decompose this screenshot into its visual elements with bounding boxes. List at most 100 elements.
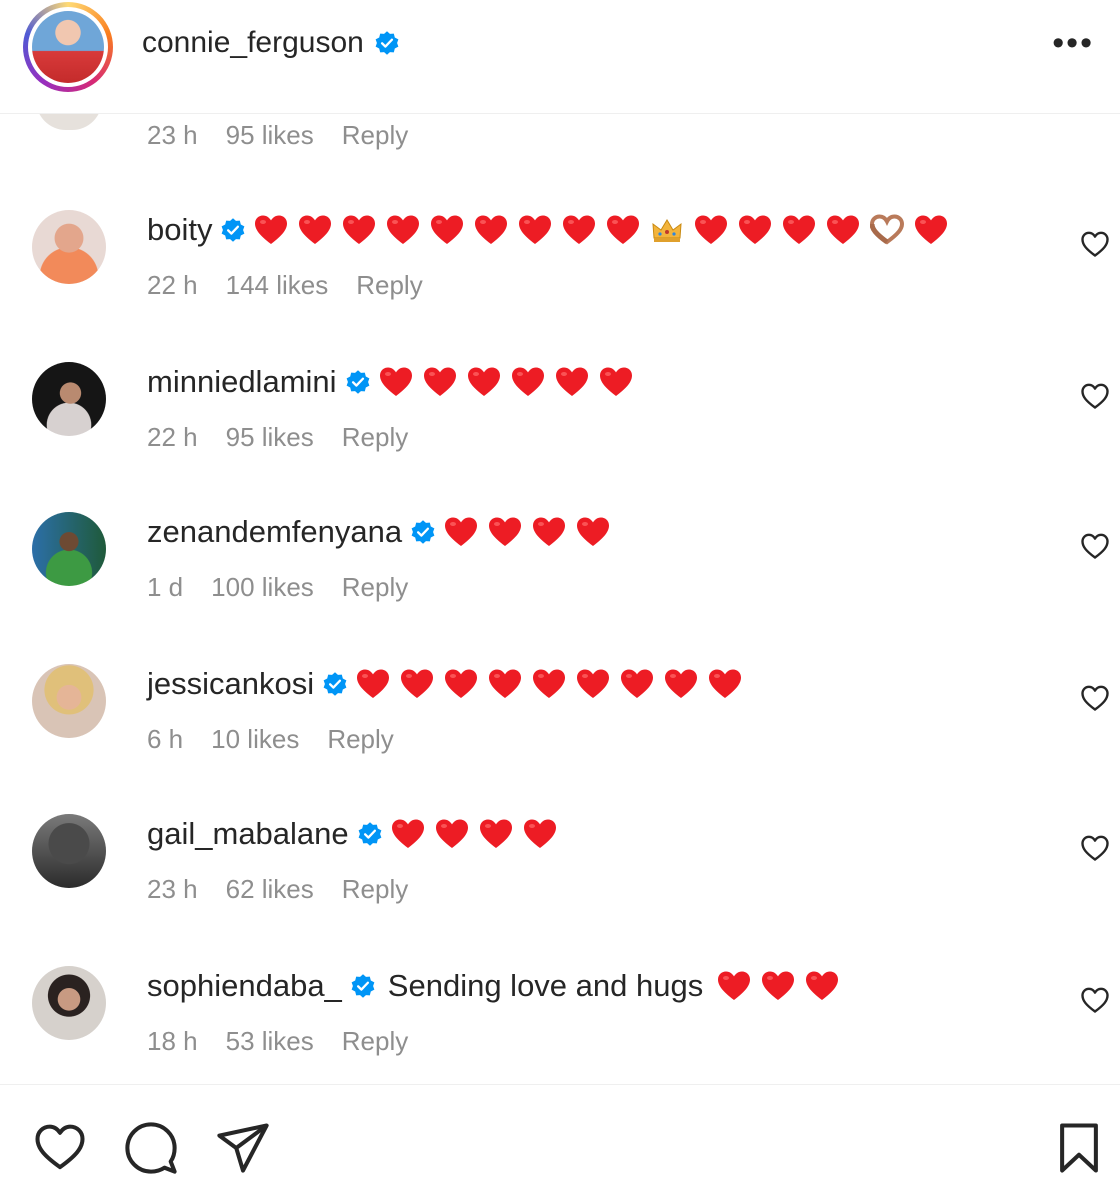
red-heart-emoji xyxy=(708,668,742,700)
emoji-sequence xyxy=(717,970,849,1002)
red-heart-emoji xyxy=(391,818,425,850)
comment-row: boity 22 h 144 likes Reply xyxy=(0,210,1120,362)
author-avatar[interactable] xyxy=(23,2,113,92)
comment-likes[interactable]: 53 likes xyxy=(226,1026,314,1057)
comment-like-icon[interactable] xyxy=(1080,834,1110,862)
red-heart-emoji xyxy=(620,668,654,700)
red-heart-emoji xyxy=(474,214,508,246)
red-heart-emoji xyxy=(467,366,501,398)
reply-button[interactable]: Reply xyxy=(342,874,408,905)
red-heart-emoji xyxy=(532,516,566,548)
comment-username[interactable]: gail_mabalane xyxy=(147,816,349,852)
comment-meta: 23 h 95 likes Reply xyxy=(147,120,408,151)
red-heart-emoji xyxy=(761,970,795,1002)
author-name-row: connie_ferguson xyxy=(142,26,400,60)
red-heart-emoji xyxy=(479,818,513,850)
comment-meta: 18 h 53 likes Reply xyxy=(147,1026,408,1057)
red-heart-emoji xyxy=(576,516,610,548)
comment-time: 6 h xyxy=(147,724,184,754)
comment-like-icon[interactable] xyxy=(1080,532,1110,560)
share-icon[interactable] xyxy=(216,1121,270,1175)
red-heart-emoji xyxy=(488,516,522,548)
red-heart-emoji xyxy=(423,366,457,398)
more-horizontal-icon[interactable]: ••• xyxy=(1052,26,1094,60)
comment-likes[interactable]: 10 likes xyxy=(211,724,299,755)
reply-button[interactable]: Reply xyxy=(342,422,408,453)
red-heart-emoji xyxy=(488,668,522,700)
comment-like-icon[interactable] xyxy=(1080,230,1110,258)
red-heart-emoji xyxy=(694,214,728,246)
avatar[interactable] xyxy=(32,210,106,284)
comment-body: jessicankosi xyxy=(147,666,752,702)
comment-username[interactable]: jessicankosi xyxy=(147,666,314,702)
comment-meta: 22 h 95 likes Reply xyxy=(147,422,408,453)
red-heart-emoji xyxy=(606,214,640,246)
comment-username[interactable]: boity xyxy=(147,212,212,248)
comment-body: gail_mabalane xyxy=(147,816,567,852)
comment-likes[interactable]: 144 likes xyxy=(226,270,329,301)
verified-badge-icon xyxy=(346,370,369,394)
comment-likes[interactable]: 62 likes xyxy=(226,874,314,905)
comment-meta: 22 h 144 likes Reply xyxy=(147,270,423,301)
comment-icon[interactable] xyxy=(124,1121,178,1175)
red-heart-emoji xyxy=(555,366,589,398)
red-heart-emoji xyxy=(356,668,390,700)
verified-badge-icon xyxy=(351,974,375,998)
comment-likes[interactable]: 95 likes xyxy=(226,422,314,453)
avatar[interactable] xyxy=(32,664,106,738)
comment-body: sophiendaba_ Sending love and hugs xyxy=(147,968,849,1004)
comment-username[interactable]: minniedlamini xyxy=(147,364,337,400)
comment-likes[interactable]: 95 likes xyxy=(226,120,314,151)
reply-button[interactable]: Reply xyxy=(342,1026,408,1057)
comment-username[interactable]: sophiendaba_ xyxy=(147,968,342,1004)
comment-time: 1 d xyxy=(147,572,184,602)
heart-hands-emoji xyxy=(869,214,905,246)
avatar[interactable] xyxy=(32,814,106,888)
comment-meta: 23 h 62 likes Reply xyxy=(147,874,408,905)
red-heart-emoji xyxy=(826,214,860,246)
reply-button[interactable]: Reply xyxy=(342,572,408,603)
reply-button[interactable]: Reply xyxy=(342,120,408,151)
red-heart-emoji xyxy=(523,818,557,850)
comment-body: minniedlamini xyxy=(147,364,643,400)
reply-button[interactable]: Reply xyxy=(356,270,422,301)
red-heart-emoji xyxy=(738,214,772,246)
red-heart-emoji xyxy=(532,668,566,700)
red-heart-emoji xyxy=(379,366,413,398)
emoji-sequence xyxy=(391,818,567,850)
comment-like-icon[interactable] xyxy=(1080,382,1110,410)
red-heart-emoji xyxy=(576,668,610,700)
comment-meta: 6 h 10 likes Reply xyxy=(147,724,394,755)
avatar[interactable] xyxy=(32,362,106,436)
author-username[interactable]: connie_ferguson xyxy=(142,26,364,60)
like-icon[interactable] xyxy=(33,1121,87,1175)
red-heart-emoji xyxy=(599,366,633,398)
comment-time: 22 h xyxy=(147,270,198,300)
red-heart-emoji xyxy=(562,214,596,246)
save-icon[interactable] xyxy=(1052,1121,1106,1175)
red-heart-emoji xyxy=(444,668,478,700)
avatar[interactable] xyxy=(32,512,106,586)
red-heart-emoji xyxy=(444,516,478,548)
red-heart-emoji xyxy=(430,214,464,246)
comment-username[interactable]: zenandemfenyana xyxy=(147,514,402,550)
red-heart-emoji xyxy=(298,214,332,246)
comment-likes[interactable]: 100 likes xyxy=(211,572,314,603)
comment-like-icon[interactable] xyxy=(1080,684,1110,712)
comment-row: gail_mabalane 23 h 62 likes Reply xyxy=(0,814,1120,966)
comment-like-icon[interactable] xyxy=(1080,986,1110,1014)
reply-button[interactable]: Reply xyxy=(327,724,393,755)
verified-badge-icon xyxy=(411,520,435,544)
comment-time: 18 h xyxy=(147,1026,198,1056)
red-heart-emoji xyxy=(511,366,545,398)
verified-badge-icon xyxy=(375,31,399,55)
red-heart-emoji xyxy=(914,214,948,246)
emoji-sequence xyxy=(254,214,958,246)
red-heart-emoji xyxy=(400,668,434,700)
avatar[interactable] xyxy=(32,966,106,1040)
comment-body: zenandemfenyana xyxy=(147,514,620,550)
red-heart-emoji xyxy=(805,970,839,1002)
emoji-sequence xyxy=(356,668,752,700)
comment-text: Sending love and hugs xyxy=(387,968,704,1003)
comment-body: boity xyxy=(147,212,958,248)
